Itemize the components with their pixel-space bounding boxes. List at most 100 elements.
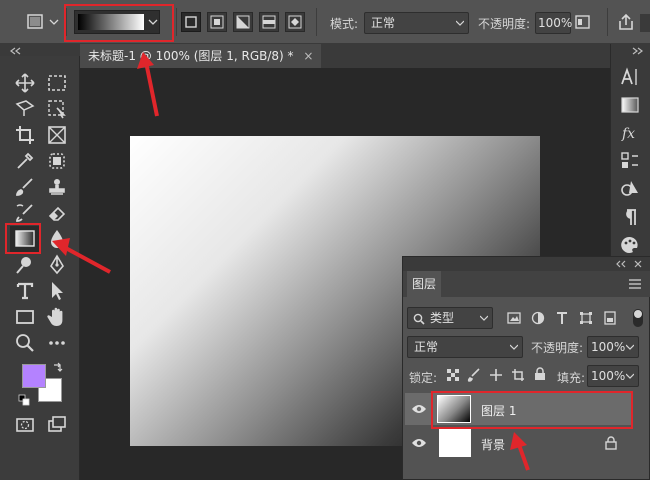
swap-colors-icon[interactable] — [52, 362, 64, 374]
lock-artboard-icon[interactable] — [511, 368, 525, 382]
marquee-tool-icon[interactable] — [46, 72, 68, 94]
document-tab-bar: 未标题-1 @ 100% (图层 1, RGB/8) * × — [0, 44, 650, 68]
color-palette-icon[interactable] — [619, 234, 641, 256]
type-filter-icon[interactable] — [555, 311, 569, 325]
diamond-gradient-button[interactable] — [285, 12, 305, 32]
pressure-opacity-icon — [575, 15, 590, 29]
chevron-down-icon — [480, 315, 488, 321]
panel-menu-icon[interactable] — [629, 279, 641, 289]
default-colors-icon[interactable] — [18, 394, 30, 406]
layer-name[interactable]: 背景 — [481, 436, 505, 453]
fill-value: 100% — [591, 369, 626, 383]
brush-tool-icon[interactable] — [14, 176, 36, 198]
mode-select[interactable]: 正常 — [364, 12, 469, 34]
lock-icon — [605, 436, 617, 450]
collapse-icon[interactable] — [615, 259, 627, 269]
pen-tool-icon[interactable] — [46, 254, 68, 276]
layer-opacity-label: 不透明度: — [531, 341, 584, 355]
panel-tab-row: 图层 — [403, 271, 650, 297]
opacity-input[interactable]: 100% — [535, 12, 573, 34]
zoom-tool-icon[interactable] — [14, 332, 36, 354]
quick-mask-icon[interactable] — [14, 414, 36, 436]
eye-icon[interactable] — [411, 403, 427, 415]
hand-tool-icon[interactable] — [46, 306, 68, 328]
blur-tool-icon[interactable] — [46, 228, 68, 250]
move-tool-icon[interactable] — [14, 72, 36, 94]
mode-select-value: 正常 — [371, 16, 396, 30]
eye-icon[interactable] — [411, 437, 427, 449]
shapes-panel-icon[interactable] — [619, 178, 641, 200]
crop-tool-icon[interactable] — [14, 124, 36, 146]
chevron-down-icon — [626, 373, 634, 379]
opacity-pressure-button[interactable] — [573, 12, 593, 35]
more-tools-icon[interactable] — [46, 332, 68, 354]
chevron-down-icon — [456, 20, 464, 26]
angle-gradient-button[interactable] — [233, 12, 253, 32]
smart-object-filter-icon[interactable] — [603, 311, 617, 325]
eyedropper-tool-icon[interactable] — [14, 150, 36, 172]
layers-panel: 图层 类型 正常 不透明度: 100% 锁定: 填充: 100% 图层 1 背景 — [402, 256, 650, 480]
search-icon — [413, 313, 425, 325]
highlight-box — [64, 4, 174, 42]
eraser-tool-icon[interactable] — [46, 202, 68, 224]
lasso-tool-icon[interactable] — [14, 98, 36, 120]
clone-stamp-tool-icon[interactable] — [46, 176, 68, 198]
radial-gradient-button[interactable] — [207, 12, 227, 32]
tool-preset-picker[interactable] — [26, 12, 60, 35]
panel-header — [403, 257, 650, 271]
lock-all-icon[interactable] — [533, 367, 547, 381]
close-icon[interactable]: × — [303, 49, 313, 63]
frame-tool-icon[interactable] — [46, 124, 68, 146]
collapse-icon[interactable] — [8, 46, 22, 56]
opacity-value: 100% — [538, 16, 573, 30]
svg-text:fx: fx — [621, 126, 635, 142]
chevron-down-icon — [49, 19, 59, 25]
shape-filter-icon[interactable] — [579, 311, 593, 325]
path-selection-tool-icon[interactable] — [46, 280, 68, 302]
gradient-tool-icon — [27, 14, 59, 29]
pixel-filter-icon[interactable] — [507, 311, 521, 325]
lock-position-icon[interactable] — [489, 368, 503, 382]
fill-input[interactable]: 100% — [587, 365, 639, 387]
dodge-tool-icon[interactable] — [14, 254, 36, 276]
share-icon — [619, 13, 633, 30]
document-tab[interactable]: 未标题-1 @ 100% (图层 1, RGB/8) * × — [80, 44, 322, 68]
filter-toggle[interactable] — [633, 309, 643, 327]
adjustments-panel-icon[interactable] — [619, 150, 641, 172]
object-selection-tool-icon[interactable] — [46, 98, 68, 120]
history-brush-tool-icon[interactable] — [14, 202, 36, 224]
rectangle-tool-icon[interactable] — [14, 306, 36, 328]
linear-gradient-button[interactable] — [181, 12, 201, 32]
type-tool-icon[interactable] — [14, 280, 36, 302]
close-icon[interactable] — [633, 259, 643, 269]
screen-mode-icon[interactable] — [46, 414, 68, 436]
options-bar: 模式: 正常 不透明度: 100% — [0, 0, 650, 44]
highlight-box — [431, 391, 633, 429]
reflected-gradient-button[interactable] — [259, 12, 279, 32]
adjustment-filter-icon[interactable] — [531, 311, 545, 325]
mode-label: 模式: — [330, 17, 359, 31]
lock-image-icon[interactable] — [467, 368, 481, 382]
layer-thumbnail — [439, 429, 471, 457]
share-button[interactable] — [616, 12, 636, 35]
swatches-panel-icon[interactable] — [619, 94, 641, 116]
healing-brush-tool-icon[interactable] — [46, 150, 68, 172]
layer-row-background[interactable]: 背景 — [405, 427, 631, 459]
highlight-box — [5, 223, 41, 254]
tab-layers[interactable]: 图层 — [407, 271, 441, 297]
tools-panel — [0, 47, 80, 480]
layer-filter-select[interactable]: 类型 — [407, 307, 493, 329]
fx-styles-icon[interactable]: fx — [619, 122, 641, 144]
paragraph-panel-icon[interactable] — [619, 206, 641, 228]
lock-transparent-icon[interactable] — [447, 369, 459, 381]
foreground-color-swatch[interactable] — [22, 364, 46, 388]
fill-label: 填充: — [557, 371, 586, 385]
chevron-down-icon — [510, 344, 518, 350]
blend-mode-value: 正常 — [414, 340, 439, 354]
layer-opacity-input[interactable]: 100% — [587, 336, 639, 358]
blend-mode-select[interactable]: 正常 — [407, 336, 523, 358]
chevron-down-icon — [626, 344, 634, 350]
collapse-icon[interactable] — [631, 46, 645, 56]
character-panel-icon[interactable] — [619, 66, 641, 88]
lock-label: 锁定: — [409, 371, 438, 385]
